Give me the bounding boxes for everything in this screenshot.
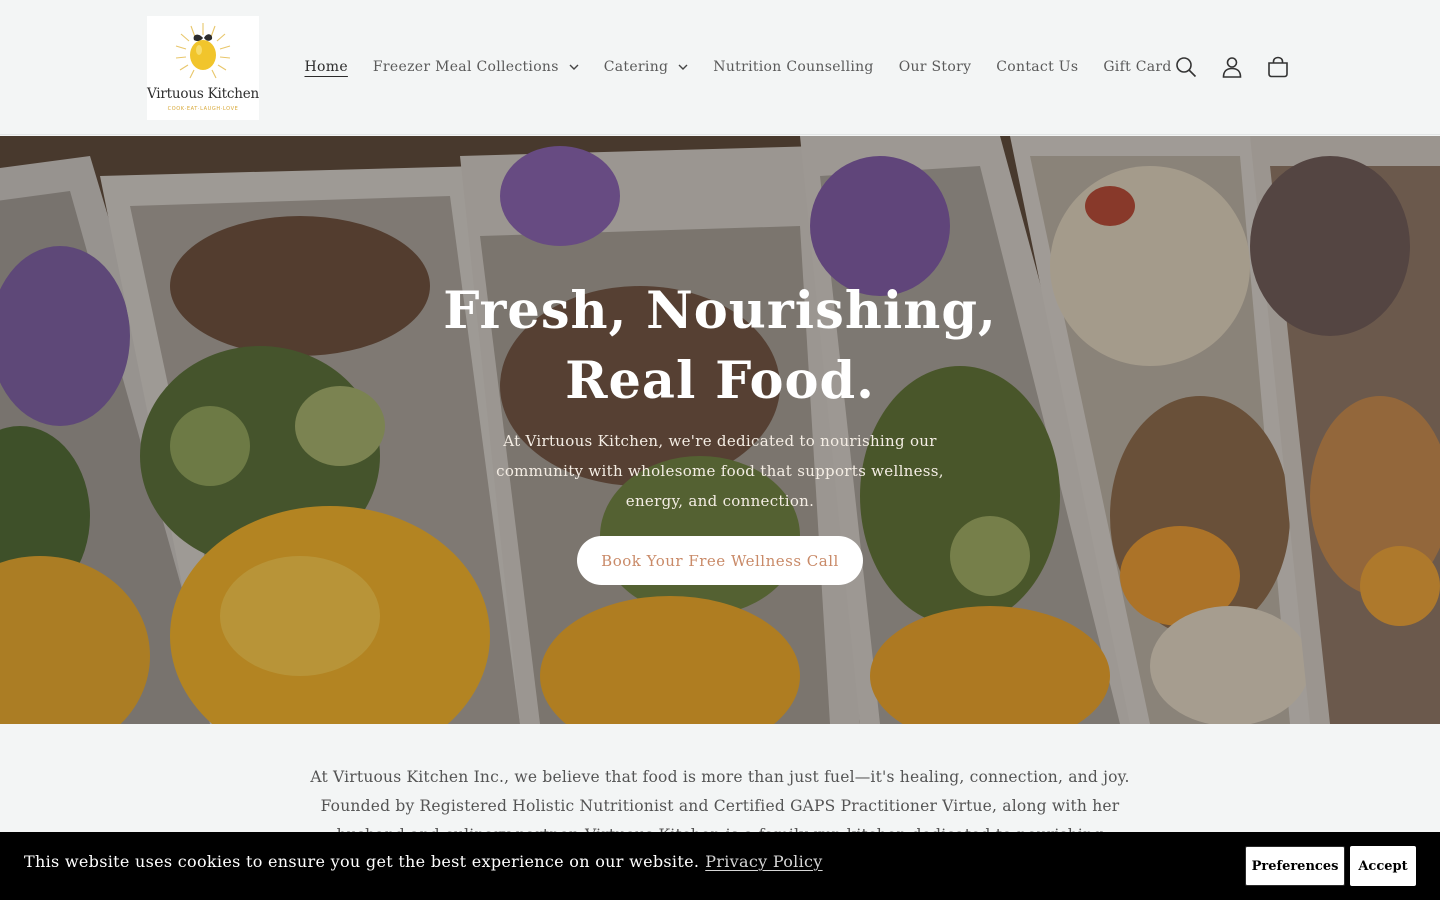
logo-tagline: COOK·EAT·LAUGH·LOVE [167, 106, 239, 112]
nav-nutrition-counselling[interactable]: Nutrition Counselling [701, 59, 886, 75]
nav-label: Contact Us [996, 59, 1079, 75]
hero-description: At Virtuous Kitchen, we're dedicated to … [496, 432, 944, 510]
cookie-accept-button[interactable]: Accept [1350, 846, 1416, 886]
main-nav: Home Freezer Meal Collections Catering N… [292, 50, 1184, 84]
nav-label: Nutrition Counselling [713, 59, 874, 75]
account-icon[interactable] [1209, 44, 1255, 90]
cookie-text: This website uses cookies to ensure you … [24, 852, 700, 871]
chevron-down-icon [569, 64, 579, 70]
privacy-policy-link[interactable]: Privacy Policy [705, 852, 822, 871]
hero-title-line1: Fresh, Nourishing, [443, 281, 997, 341]
book-wellness-call-button[interactable]: Book Your Free Wellness Call [577, 536, 863, 585]
hero-banner: Fresh, Nourishing, Real Food. At Virtuou… [0, 136, 1440, 724]
header-icons [1163, 44, 1301, 90]
cookie-message: This website uses cookies to ensure you … [24, 852, 823, 871]
search-icon[interactable] [1163, 44, 1209, 90]
cookie-banner: This website uses cookies to ensure you … [0, 832, 1440, 900]
nav-home[interactable]: Home [292, 59, 360, 75]
nav-label: Gift Card [1103, 59, 1172, 75]
logo-wordmark: Virtuous Kitchen [147, 86, 260, 102]
nav-our-story[interactable]: Our Story [886, 59, 984, 75]
nav-catering[interactable]: Catering [591, 59, 701, 75]
nav-contact-us[interactable]: Contact Us [984, 59, 1091, 75]
lemon-sun-logo-icon [175, 23, 231, 79]
nav-label: Catering [603, 59, 669, 75]
nav-label: Freezer Meal Collections [372, 59, 559, 75]
hero-title: Fresh, Nourishing, Real Food. [420, 276, 1020, 416]
cookie-preferences-button[interactable]: Preferences [1245, 846, 1345, 886]
chevron-down-icon [678, 64, 688, 70]
nav-label: Our Story [898, 59, 972, 75]
nav-label: Home [304, 59, 348, 75]
nav-freezer-meal-collections[interactable]: Freezer Meal Collections [360, 59, 591, 75]
site-header: Virtuous Kitchen COOK·EAT·LAUGH·LOVE Hom… [0, 0, 1440, 135]
hero-title-line2: Real Food. [565, 351, 875, 411]
cart-icon[interactable] [1255, 44, 1301, 90]
logo[interactable]: Virtuous Kitchen COOK·EAT·LAUGH·LOVE [147, 16, 259, 120]
